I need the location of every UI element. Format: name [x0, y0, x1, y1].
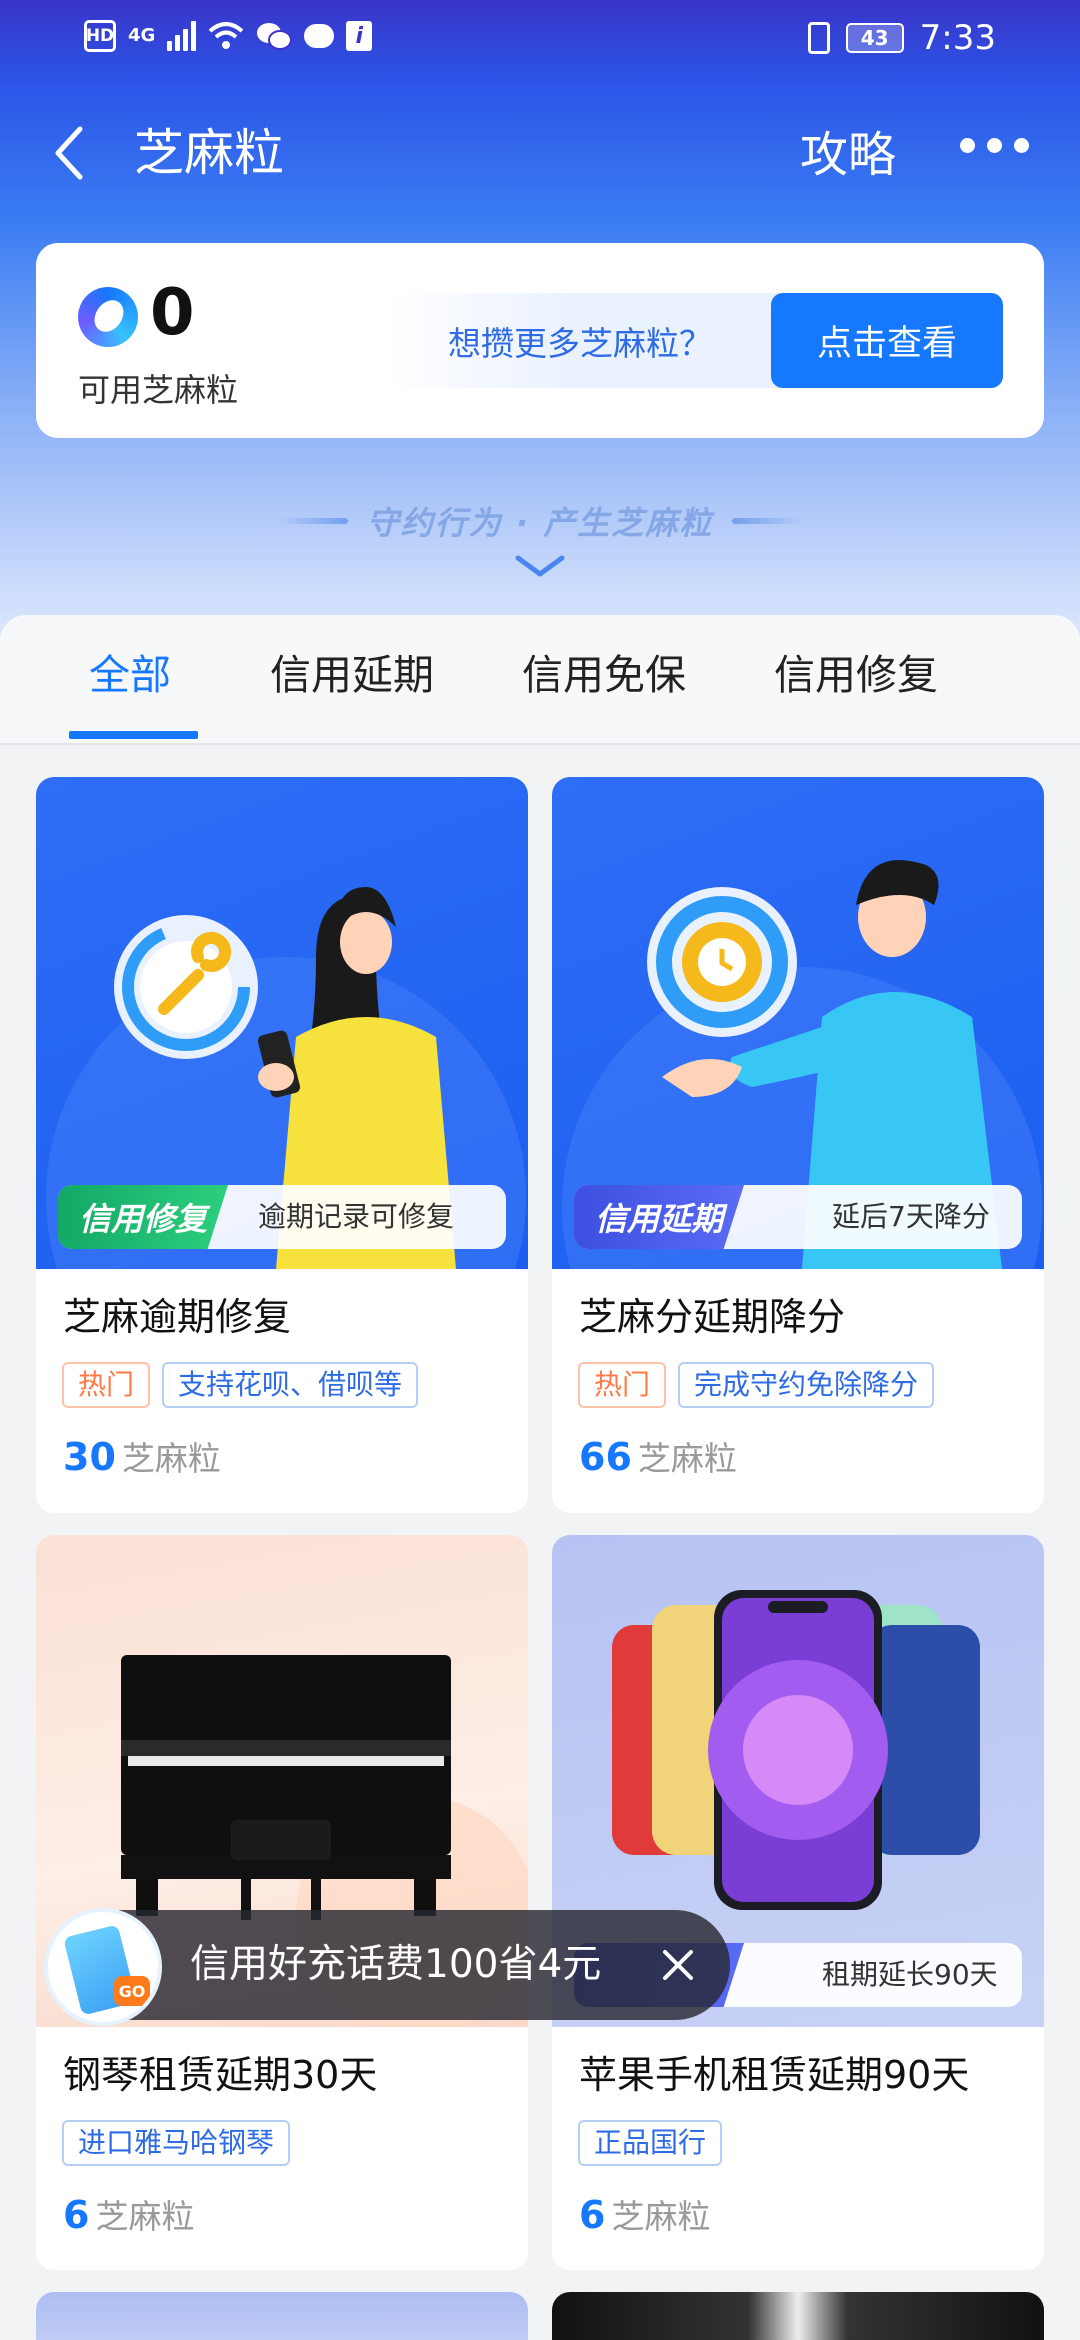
chevron-left-icon — [55, 126, 83, 180]
slogan: 守约行为 · 产生芝麻粒 — [0, 498, 1080, 544]
banner-tag: 信用修复 — [58, 1185, 228, 1249]
product-card[interactable]: 信用延期 延后7天降分 芝麻分延期降分 热门 完成守约免除降分 66 芝麻粒 — [552, 777, 1044, 1513]
tag-feature: 支持花呗、借呗等 — [162, 1362, 419, 1408]
card-tags: 正品国行 — [578, 2120, 723, 2166]
slogan-text: 守约行为 · 产生芝麻粒 — [366, 504, 714, 542]
points-amount: 6 — [579, 2193, 606, 2237]
signal-icon — [167, 21, 197, 51]
card-banner: 信用修复 逾期记录可修复 — [58, 1185, 506, 1249]
nav-bar: 芝麻粒 攻略 — [0, 100, 1080, 210]
product-card[interactable]: 钢琴租赁延期30天 进口雅马哈钢琴 6 芝麻粒 — [36, 1535, 528, 2270]
page-title: 芝麻粒 — [134, 124, 284, 182]
guide-link[interactable]: 攻略 — [800, 120, 896, 190]
next-product-card[interactable] — [36, 2292, 528, 2340]
card-title: 芝麻逾期修复 — [63, 1295, 292, 1339]
vibrate-icon — [807, 22, 830, 54]
back-button[interactable] — [40, 118, 100, 188]
chevron-down-icon[interactable] — [512, 552, 568, 582]
product-card[interactable]: 租期延长90天 苹果手机租赁延期90天 正品国行 6 芝麻粒 — [552, 1535, 1044, 2270]
card-tags: 热门 支持花呗、借呗等 — [62, 1362, 419, 1408]
tag-feature: 完成守约免除降分 — [678, 1362, 935, 1408]
points-amount: 66 — [579, 1435, 632, 1479]
view-more-button[interactable]: 点击查看 — [771, 293, 1003, 388]
card-points: 6 芝麻粒 — [579, 2187, 710, 2251]
floating-promo-text: 信用好充话费100省4元 — [190, 1942, 602, 1987]
tab-indicator — [69, 731, 198, 739]
card-image: 信用延期 延后7天降分 — [552, 777, 1044, 1269]
card-image: 信用修复 逾期记录可修复 — [36, 777, 528, 1269]
slogan-divider — [732, 518, 803, 524]
tag-hot: 热门 — [62, 1362, 151, 1408]
more-dots-icon[interactable] — [960, 138, 1029, 153]
points-unit: 芝麻粒 — [121, 1439, 221, 1478]
next-product-card[interactable] — [552, 2292, 1044, 2340]
info-icon: i — [346, 21, 373, 51]
category-tabs: 全部 信用延期 信用免保 信用修复 — [0, 615, 1080, 745]
banner-tag: 信用延期 — [574, 1185, 744, 1249]
card-banner: 信用延期 延后7天降分 — [574, 1185, 1022, 1249]
sesame-logo-icon — [78, 287, 138, 347]
tag-feature: 正品国行 — [578, 2120, 723, 2166]
message-icon — [304, 24, 335, 48]
slogan-divider — [277, 518, 348, 524]
points-unit: 芝麻粒 — [95, 2197, 195, 2236]
network-type: 4G — [128, 25, 156, 46]
tag-feature: 进口雅马哈钢琴 — [62, 2120, 291, 2166]
tag-hot: 热门 — [578, 1362, 667, 1408]
points-value: 0 — [150, 276, 195, 350]
close-icon[interactable] — [655, 1942, 701, 1988]
banner-text: 延后7天降分 — [832, 1200, 990, 1233]
banner-text: 租期延长90天 — [822, 1958, 998, 1991]
card-points: 30 芝麻粒 — [63, 1429, 221, 1493]
points-amount: 6 — [63, 2193, 90, 2237]
points-card: 0 可用芝麻粒 想攒更多芝麻粒？ 点击查看 — [36, 243, 1044, 438]
points-unit: 芝麻粒 — [611, 2197, 711, 2236]
wechat-icon — [257, 23, 293, 50]
tab-credit-delay[interactable]: 信用延期 — [270, 645, 434, 705]
card-points: 6 芝麻粒 — [63, 2187, 194, 2251]
card-points: 66 芝麻粒 — [579, 1429, 737, 1493]
card-title: 芝麻分延期降分 — [579, 1295, 846, 1339]
points-amount: 30 — [63, 1435, 116, 1479]
card-tags: 热门 完成守约免除降分 — [578, 1362, 935, 1408]
points-label: 可用芝麻粒 — [78, 371, 239, 409]
card-title: 苹果手机租赁延期90天 — [579, 2053, 970, 2097]
wifi-icon — [208, 22, 244, 49]
card-tags: 进口雅马哈钢琴 — [62, 2120, 291, 2166]
product-card[interactable]: 信用修复 逾期记录可修复 芝麻逾期修复 热门 支持花呗、借呗等 30 芝麻粒 — [36, 777, 528, 1513]
hd-icon: HD — [84, 20, 116, 52]
go-badge: GO — [114, 1976, 150, 2006]
tab-all[interactable]: 全部 — [89, 645, 171, 705]
phone-recharge-icon: GO — [44, 1908, 162, 2026]
banner-text: 逾期记录可修复 — [258, 1200, 455, 1233]
promo-text: 想攒更多芝麻粒？ — [448, 324, 712, 363]
clock: 7:33 — [919, 18, 996, 58]
points-unit: 芝麻粒 — [637, 1439, 737, 1478]
tab-credit-deposit-free[interactable]: 信用免保 — [522, 645, 686, 705]
status-bar: HD 4G i 43 7:33 — [0, 0, 1080, 80]
floating-promo[interactable]: GO 信用好充话费100省4元 — [44, 1908, 730, 2026]
battery-icon: 43 — [845, 23, 904, 53]
tab-credit-repair[interactable]: 信用修复 — [774, 645, 938, 705]
card-title: 钢琴租赁延期30天 — [63, 2053, 378, 2097]
